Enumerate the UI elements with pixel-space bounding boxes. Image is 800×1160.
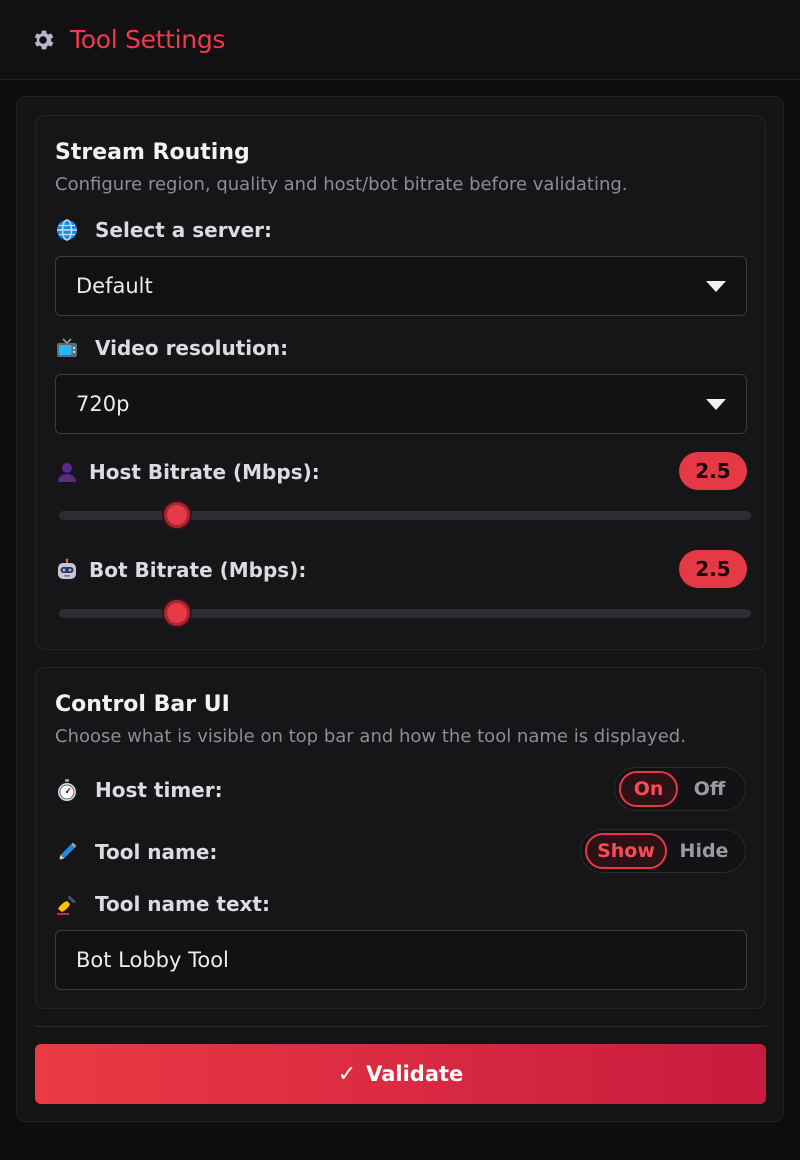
- control-bar-title: Control Bar UI: [55, 692, 230, 717]
- tool-name-text-label: Tool name text:: [55, 892, 270, 916]
- tv-icon: [55, 336, 79, 360]
- resolution-select-value: 720p: [76, 392, 130, 416]
- pen-icon: [55, 840, 79, 864]
- bot-bitrate-label-text: Bot Bitrate (Mbps):: [89, 558, 307, 582]
- control-bar-card: Control Bar UI Choose what is visible on…: [35, 667, 766, 1009]
- validate-button[interactable]: ✓ Validate: [35, 1044, 766, 1104]
- robot-icon: [55, 558, 79, 582]
- host-timer-label: Host timer:: [55, 778, 223, 802]
- stream-routing-subtitle: Configure region, quality and host/bot b…: [55, 174, 628, 195]
- host-timer-on-option[interactable]: On: [619, 771, 679, 807]
- host-bitrate-slider-thumb[interactable]: [163, 502, 190, 528]
- stream-routing-title: Stream Routing: [55, 140, 250, 165]
- tool-name-text-label-text: Tool name text:: [95, 892, 270, 916]
- server-select[interactable]: Default: [55, 256, 747, 316]
- page-title: Tool Settings: [70, 25, 226, 54]
- control-bar-subtitle: Choose what is visible on top bar and ho…: [55, 726, 686, 747]
- tool-name-label-text: Tool name:: [95, 840, 218, 864]
- divider: [35, 1026, 766, 1027]
- host-timer-off-option[interactable]: Off: [678, 771, 741, 807]
- user-icon: [55, 460, 79, 484]
- host-bitrate-label: Host Bitrate (Mbps):: [55, 460, 320, 484]
- host-bitrate-value-badge: 2.5: [679, 452, 747, 490]
- resolution-select[interactable]: 720p: [55, 374, 747, 434]
- resolution-label-text: Video resolution:: [95, 336, 289, 360]
- tool-name-label: Tool name:: [55, 840, 217, 864]
- tool-name-text-field[interactable]: [55, 930, 747, 990]
- chevron-down-icon: [706, 399, 726, 410]
- bot-bitrate-value-badge: 2.5: [679, 550, 747, 588]
- gear-icon: [30, 27, 56, 53]
- chevron-down-icon: [706, 281, 726, 292]
- host-bitrate-label-text: Host Bitrate (Mbps):: [89, 460, 320, 484]
- tool-name-toggle[interactable]: Show Hide: [580, 829, 746, 873]
- stopwatch-icon: [55, 778, 79, 802]
- server-select-value: Default: [76, 274, 153, 298]
- host-bitrate-slider[interactable]: [59, 502, 751, 528]
- resolution-label: Video resolution:: [55, 336, 288, 360]
- globe-icon: [55, 218, 79, 242]
- host-timer-toggle[interactable]: On Off: [614, 767, 746, 811]
- host-timer-label-text: Host timer:: [95, 778, 223, 802]
- bot-bitrate-slider-thumb[interactable]: [163, 600, 190, 626]
- bot-bitrate-label: Bot Bitrate (Mbps):: [55, 558, 306, 582]
- writing-hand-icon: [55, 892, 79, 916]
- server-label: Select a server:: [55, 218, 272, 242]
- check-icon: ✓: [337, 1061, 357, 1087]
- app-header: Tool Settings: [0, 0, 800, 80]
- validate-button-label: Validate: [366, 1062, 464, 1086]
- bot-bitrate-slider[interactable]: [59, 600, 751, 626]
- settings-panel: Stream Routing Configure region, quality…: [16, 96, 784, 1122]
- tool-name-hide-option[interactable]: Hide: [667, 833, 741, 869]
- server-label-text: Select a server:: [95, 218, 273, 242]
- tool-name-show-option[interactable]: Show: [585, 833, 667, 869]
- stream-routing-card: Stream Routing Configure region, quality…: [35, 115, 766, 650]
